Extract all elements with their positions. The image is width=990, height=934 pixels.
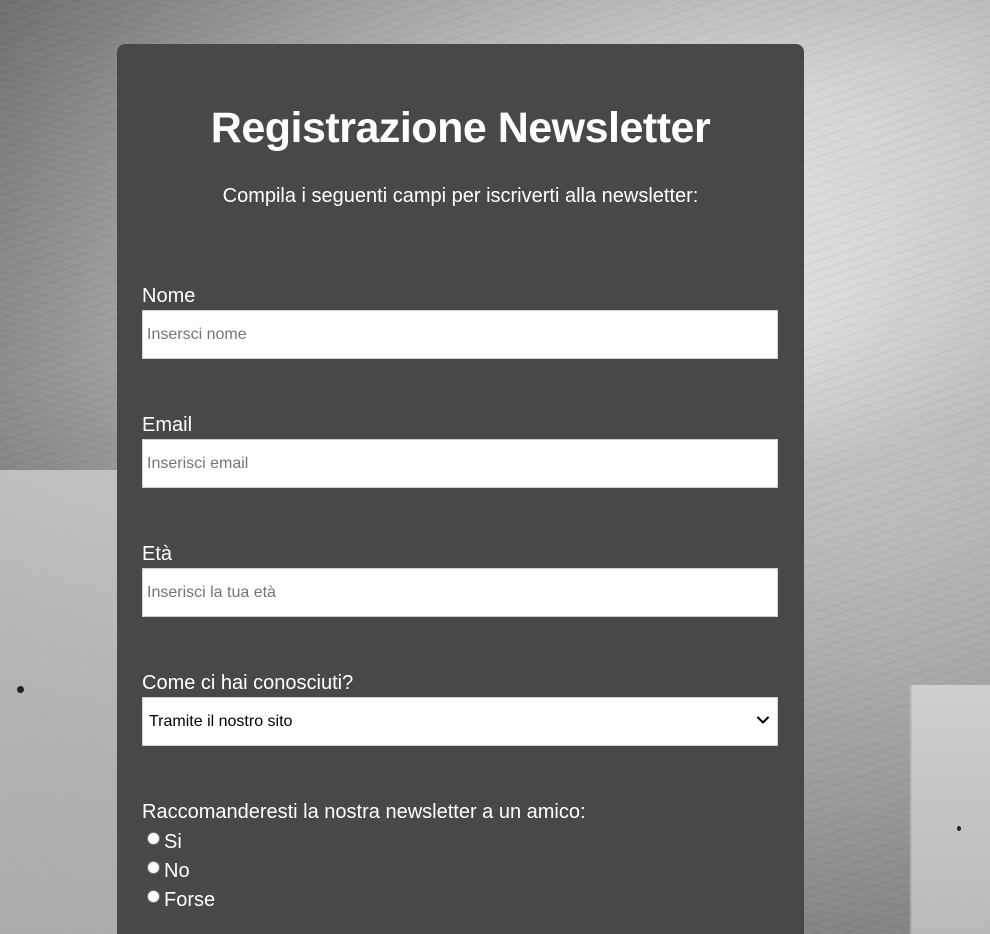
radio-label[interactable]: Si (164, 830, 182, 854)
recommend-option-no[interactable]: No (142, 856, 778, 885)
eta-field: Età (142, 542, 778, 617)
form-subtitle: Compila i seguenti campi per iscriverti … (222, 185, 699, 207)
background-pillar-left (0, 470, 120, 934)
nome-input[interactable] (142, 310, 778, 359)
email-field: Email (142, 413, 778, 488)
eta-label: Età (142, 543, 173, 565)
form-title: Registrazione Newsletter (210, 104, 711, 152)
source-select-value: Tramite il nostro sito (149, 713, 293, 730)
source-field: Come ci hai conosciuti? Tramite il nostr… (142, 671, 778, 746)
background-pillar-right (910, 685, 990, 934)
background-dot (17, 686, 24, 693)
source-label: Come ci hai conosciuti? (142, 672, 354, 694)
nome-field: Nome (142, 284, 778, 359)
radio-button[interactable] (147, 861, 160, 874)
source-select[interactable]: Tramite il nostro sito (142, 697, 778, 746)
newsletter-form-card: Registrazione Newsletter Compila i segue… (117, 44, 804, 934)
radio-button[interactable] (147, 832, 160, 845)
email-label: Email (142, 414, 193, 436)
background-dot (957, 826, 961, 831)
radio-label[interactable]: Forse (164, 888, 215, 912)
nome-label: Nome (142, 285, 196, 307)
radio-label[interactable]: No (164, 859, 190, 883)
recommend-label: Raccomanderesti la nostra newsletter a u… (142, 801, 586, 823)
recommend-field: Raccomanderesti la nostra newsletter a u… (142, 800, 778, 914)
eta-input[interactable] (142, 568, 778, 617)
recommend-option-forse[interactable]: Forse (142, 885, 778, 914)
recommend-option-si[interactable]: Si (142, 827, 778, 856)
email-input[interactable] (142, 439, 778, 488)
radio-button[interactable] (147, 890, 160, 903)
chevron-down-icon (757, 716, 769, 724)
